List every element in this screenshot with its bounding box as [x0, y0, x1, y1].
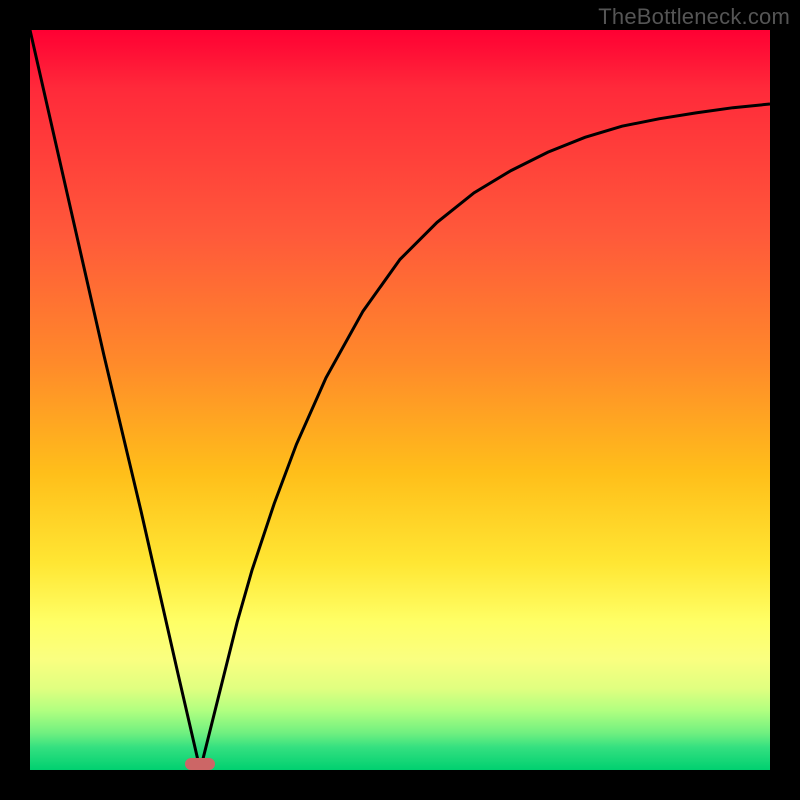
optimal-marker: [185, 758, 215, 770]
bottleneck-curve: [30, 30, 770, 770]
curve-svg: [30, 30, 770, 770]
plot-area: [30, 30, 770, 770]
chart-frame: TheBottleneck.com: [0, 0, 800, 800]
watermark-text: TheBottleneck.com: [598, 4, 790, 30]
